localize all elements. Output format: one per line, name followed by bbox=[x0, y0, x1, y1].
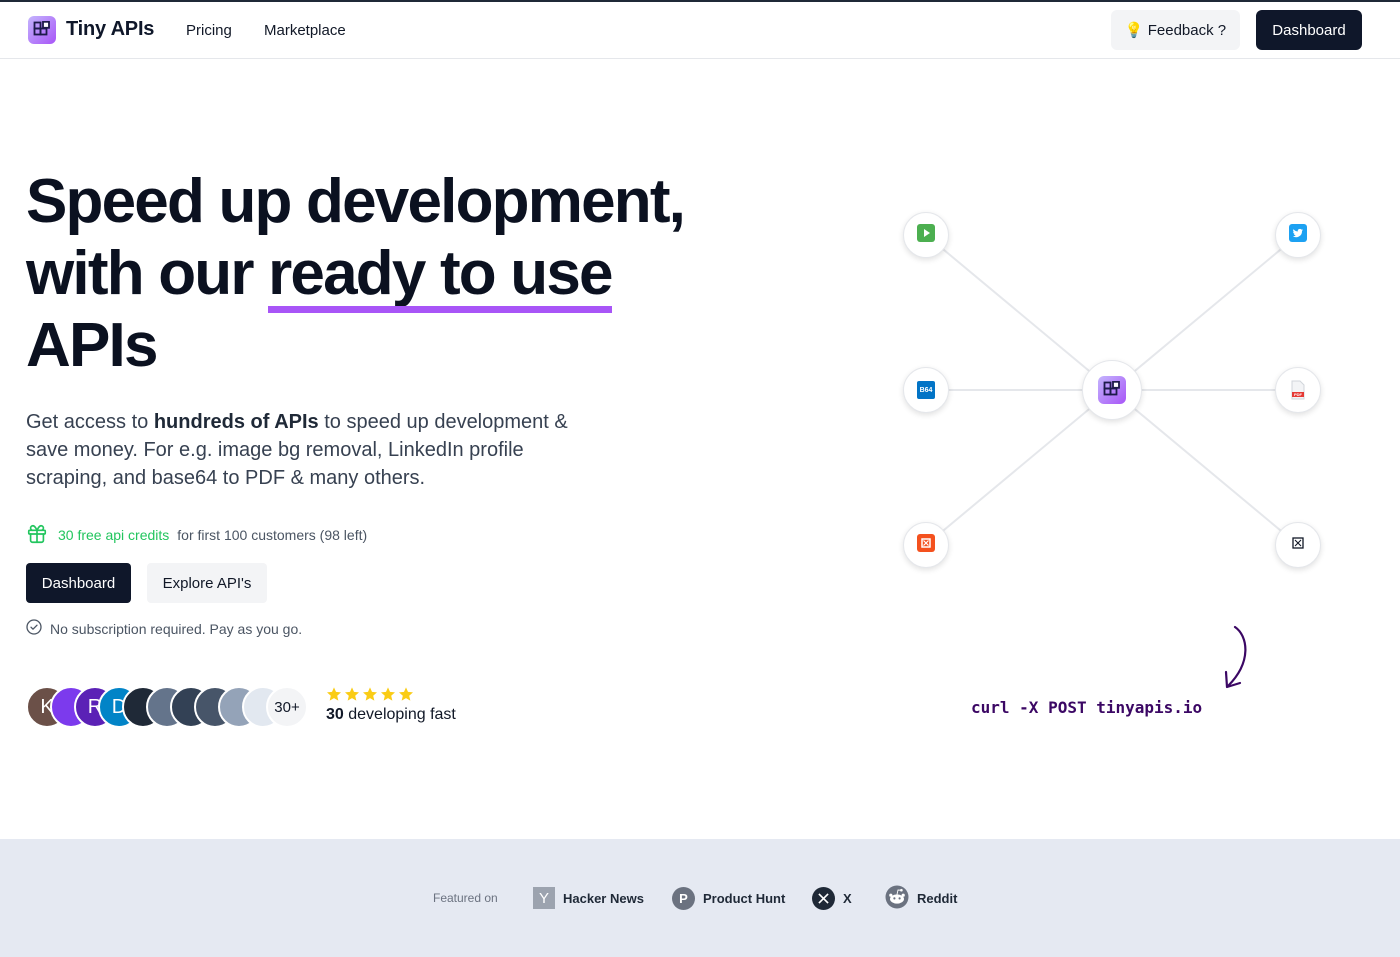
gift-icon bbox=[26, 523, 48, 548]
headline-prefix: with our bbox=[26, 239, 269, 308]
feedback-button[interactable]: 💡 Feedback ? bbox=[1111, 10, 1240, 50]
bg-remove-icon bbox=[917, 533, 935, 557]
nav-link-marketplace[interactable]: Marketplace bbox=[264, 22, 346, 39]
top-navbar: Tiny APIs Pricing Marketplace 💡 Feedback… bbox=[0, 2, 1400, 59]
hacker-news-label: Hacker News bbox=[563, 890, 644, 906]
image-icon bbox=[1292, 536, 1304, 554]
featured-reddit[interactable]: Reddit bbox=[885, 885, 958, 912]
hero-headline-line2: with our ready to use bbox=[26, 238, 614, 313]
featured-on-bar: Featured on Y Hacker News P Product Hunt… bbox=[0, 839, 1400, 957]
api-node-tinyapis[interactable] bbox=[1082, 360, 1142, 420]
nav-link-pricing[interactable]: Pricing bbox=[186, 22, 232, 39]
base64-icon: B64 bbox=[917, 381, 935, 399]
subtitle-bold: hundreds of APIs bbox=[153, 411, 319, 433]
api-node-bg-remove[interactable] bbox=[903, 522, 949, 568]
nav-dashboard-button[interactable]: Dashboard bbox=[1256, 10, 1362, 50]
featured-hacker-news[interactable]: Y Hacker News bbox=[533, 887, 644, 909]
star-icon bbox=[345, 687, 359, 701]
pdf-icon: PDF bbox=[1290, 380, 1306, 400]
product-hunt-glyph: P bbox=[679, 890, 688, 906]
check-circle-icon bbox=[26, 619, 42, 638]
reddit-icon bbox=[885, 885, 909, 912]
tinyapis-logo-icon bbox=[1098, 376, 1126, 404]
free-credits-note: 30 free api credits for first 100 custom… bbox=[26, 523, 368, 548]
rating: 30 developing fast bbox=[326, 686, 456, 724]
star-icon bbox=[381, 687, 395, 701]
play-icon bbox=[917, 223, 935, 247]
reddit-label: Reddit bbox=[917, 890, 958, 906]
hero-headline-line1: Speed up development, bbox=[26, 167, 686, 236]
product-hunt-icon: P bbox=[672, 886, 695, 910]
rating-count: 30 bbox=[326, 706, 344, 723]
explore-apis-button[interactable]: Explore API's bbox=[147, 563, 267, 603]
avatars-more-count: 30+ bbox=[266, 686, 308, 728]
x-label: X bbox=[843, 890, 852, 906]
subtitle-pre: Get access to bbox=[26, 411, 154, 433]
credits-highlight: 30 free api credits bbox=[58, 527, 170, 543]
headline-highlight: ready to use bbox=[268, 239, 614, 313]
rating-label: developing fast bbox=[343, 706, 456, 723]
star-icon bbox=[399, 687, 413, 701]
curl-code-snippet: curl -X POST tinyapis.io bbox=[971, 698, 1203, 717]
api-node-play[interactable] bbox=[903, 212, 949, 258]
hero-dashboard-button[interactable]: Dashboard bbox=[26, 563, 131, 603]
hacker-news-glyph: Y bbox=[538, 889, 549, 907]
x-logo-icon bbox=[812, 886, 835, 910]
twitter-icon bbox=[1289, 223, 1307, 247]
hero-headline-line3: APIs bbox=[26, 311, 158, 380]
no-subscription-note: No subscription required. Pay as you go. bbox=[26, 619, 302, 638]
api-node-twitter[interactable] bbox=[1275, 212, 1321, 258]
star-rating bbox=[326, 686, 456, 702]
hero-subtitle: Get access to hundreds of APIs to speed … bbox=[26, 408, 596, 492]
api-node-base64[interactable]: B64 bbox=[903, 367, 949, 413]
rating-text: 30 developing fast bbox=[326, 706, 456, 724]
no-subscription-text: No subscription required. Pay as you go. bbox=[50, 620, 303, 637]
featured-label: Featured on bbox=[433, 891, 498, 905]
curved-arrow-icon bbox=[1218, 622, 1258, 697]
api-network-diagram: B64 PDF bbox=[880, 190, 1340, 590]
product-hunt-label: Product Hunt bbox=[703, 890, 786, 906]
featured-product-hunt[interactable]: P Product Hunt bbox=[672, 886, 786, 910]
logo-icon[interactable] bbox=[28, 16, 56, 44]
star-icon bbox=[363, 687, 377, 701]
hacker-news-icon: Y bbox=[533, 887, 555, 909]
pdf-label: PDF bbox=[1294, 392, 1302, 397]
credits-text: for first 100 customers (98 left) bbox=[177, 527, 368, 543]
api-node-pdf[interactable]: PDF bbox=[1275, 367, 1321, 413]
api-node-image[interactable] bbox=[1275, 522, 1321, 568]
brand-name[interactable]: Tiny APIs bbox=[66, 18, 154, 41]
base64-label: B64 bbox=[919, 386, 933, 394]
star-icon bbox=[327, 687, 341, 701]
featured-x[interactable]: X bbox=[812, 886, 852, 910]
